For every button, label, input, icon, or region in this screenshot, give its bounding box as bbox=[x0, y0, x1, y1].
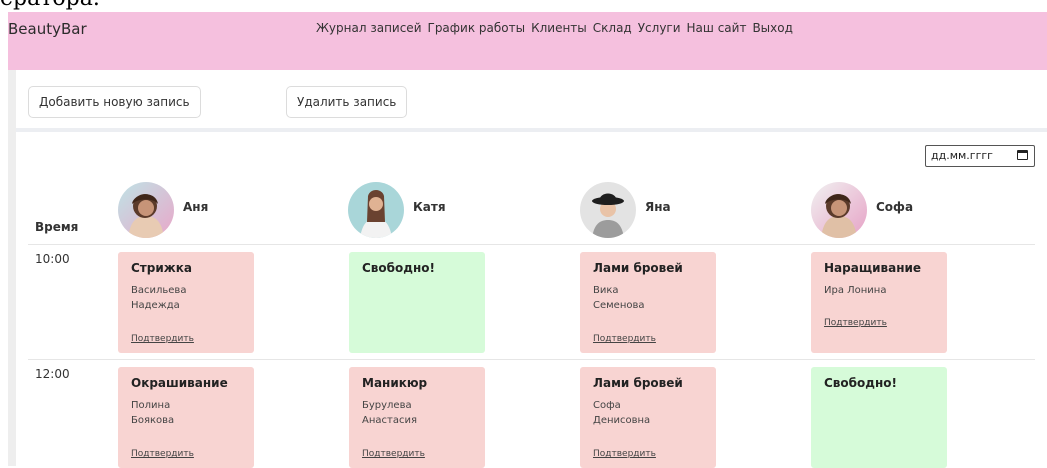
nav-menu: Журнал записей График работы Клиенты Скл… bbox=[316, 21, 793, 35]
nav-link-clients[interactable]: Клиенты bbox=[531, 21, 587, 35]
free-slot-card[interactable]: Свободно! bbox=[349, 252, 485, 353]
service-name: Лами бровей bbox=[593, 261, 683, 275]
confirm-link[interactable]: Подтвердить bbox=[824, 318, 887, 328]
calendar-icon[interactable] bbox=[1017, 150, 1028, 160]
staff-name-sofa: Софа bbox=[876, 200, 914, 214]
row-divider bbox=[28, 359, 1035, 360]
toolbar-divider bbox=[16, 128, 1047, 132]
avatar bbox=[811, 182, 867, 238]
service-name: Маникюр bbox=[362, 376, 428, 390]
client-second-line: Семенова bbox=[593, 300, 645, 311]
service-name: Окрашивание bbox=[131, 376, 228, 390]
header-row-divider bbox=[28, 244, 1035, 245]
nav-link-services[interactable]: Услуги bbox=[638, 21, 681, 35]
avatar bbox=[348, 182, 404, 238]
client-first-line: Ира Лонина bbox=[824, 285, 887, 296]
free-slot-card[interactable]: Свободно! bbox=[811, 367, 947, 468]
client-second-line: Надежда bbox=[131, 300, 180, 311]
free-slot-label: Свободно! bbox=[362, 261, 435, 275]
appointment-card[interactable]: Лами бровей Вика Семенова Подтвердить bbox=[580, 252, 716, 353]
confirm-link[interactable]: Подтвердить bbox=[362, 449, 425, 459]
appointment-card[interactable]: Маникюр Бурулева Анастасия Подтвердить bbox=[349, 367, 485, 468]
staff-name-yana: Яна bbox=[645, 200, 671, 214]
service-name: Наращивание bbox=[824, 261, 922, 275]
avatar bbox=[580, 182, 636, 238]
confirm-link[interactable]: Подтвердить bbox=[131, 449, 194, 459]
nav-link-our-site[interactable]: Наш сайт bbox=[687, 21, 747, 35]
page-caption-fragment: ератора. bbox=[0, 0, 100, 12]
nav-link-warehouse[interactable]: Склад bbox=[593, 21, 632, 35]
date-picker-input[interactable]: дд.мм.гггг bbox=[925, 145, 1035, 167]
client-second-line: Боякова bbox=[131, 415, 175, 426]
service-name: Лами бровей bbox=[593, 376, 683, 390]
staff-name-katya: Катя bbox=[413, 200, 446, 214]
staff-header-sofa: Софа bbox=[811, 181, 913, 239]
confirm-link[interactable]: Подтвердить bbox=[593, 334, 656, 344]
time-slot-1000: 10:00 bbox=[35, 252, 70, 266]
brand-logo[interactable]: BeautyBar bbox=[8, 20, 87, 38]
avatar bbox=[118, 182, 174, 238]
confirm-link[interactable]: Подтвердить bbox=[131, 334, 194, 344]
time-column-header: Время bbox=[35, 220, 79, 234]
staff-header-yana: Яна bbox=[580, 181, 671, 239]
add-appointment-button[interactable]: Добавить новую запись bbox=[28, 86, 201, 118]
client-second-line: Денисовна bbox=[593, 415, 651, 426]
staff-name-anya: Аня bbox=[183, 200, 209, 214]
content-left-border bbox=[8, 70, 16, 466]
client-first-line: Васильева bbox=[131, 285, 187, 296]
appointment-card[interactable]: Стрижка Васильева Надежда Подтвердить bbox=[118, 252, 254, 353]
client-first-line: Бурулева bbox=[362, 400, 412, 411]
confirm-link[interactable]: Подтвердить bbox=[593, 449, 656, 459]
client-first-line: Вика bbox=[593, 285, 619, 296]
staff-header-katya: Катя bbox=[348, 181, 446, 239]
nav-link-journal[interactable]: Журнал записей bbox=[316, 21, 422, 35]
delete-appointment-button[interactable]: Удалить запись bbox=[286, 86, 408, 118]
nav-link-work-schedule[interactable]: График работы bbox=[428, 21, 526, 35]
appointment-card[interactable]: Окрашивание Полина Боякова Подтвердить bbox=[118, 367, 254, 468]
client-first-line: Полина bbox=[131, 400, 171, 411]
staff-header-anya: Аня bbox=[118, 181, 208, 239]
client-first-line: Софа bbox=[593, 400, 621, 411]
service-name: Стрижка bbox=[131, 261, 192, 275]
date-placeholder: дд.мм.гггг bbox=[931, 149, 993, 162]
client-second-line: Анастасия bbox=[362, 415, 417, 426]
nav-link-logout[interactable]: Выход bbox=[752, 21, 792, 35]
free-slot-label: Свободно! bbox=[824, 376, 897, 390]
appointment-card[interactable]: Лами бровей Софа Денисовна Подтвердить bbox=[580, 367, 716, 468]
appointment-card[interactable]: Наращивание Ира Лонина Подтвердить bbox=[811, 252, 947, 353]
time-slot-1200: 12:00 bbox=[35, 367, 70, 381]
